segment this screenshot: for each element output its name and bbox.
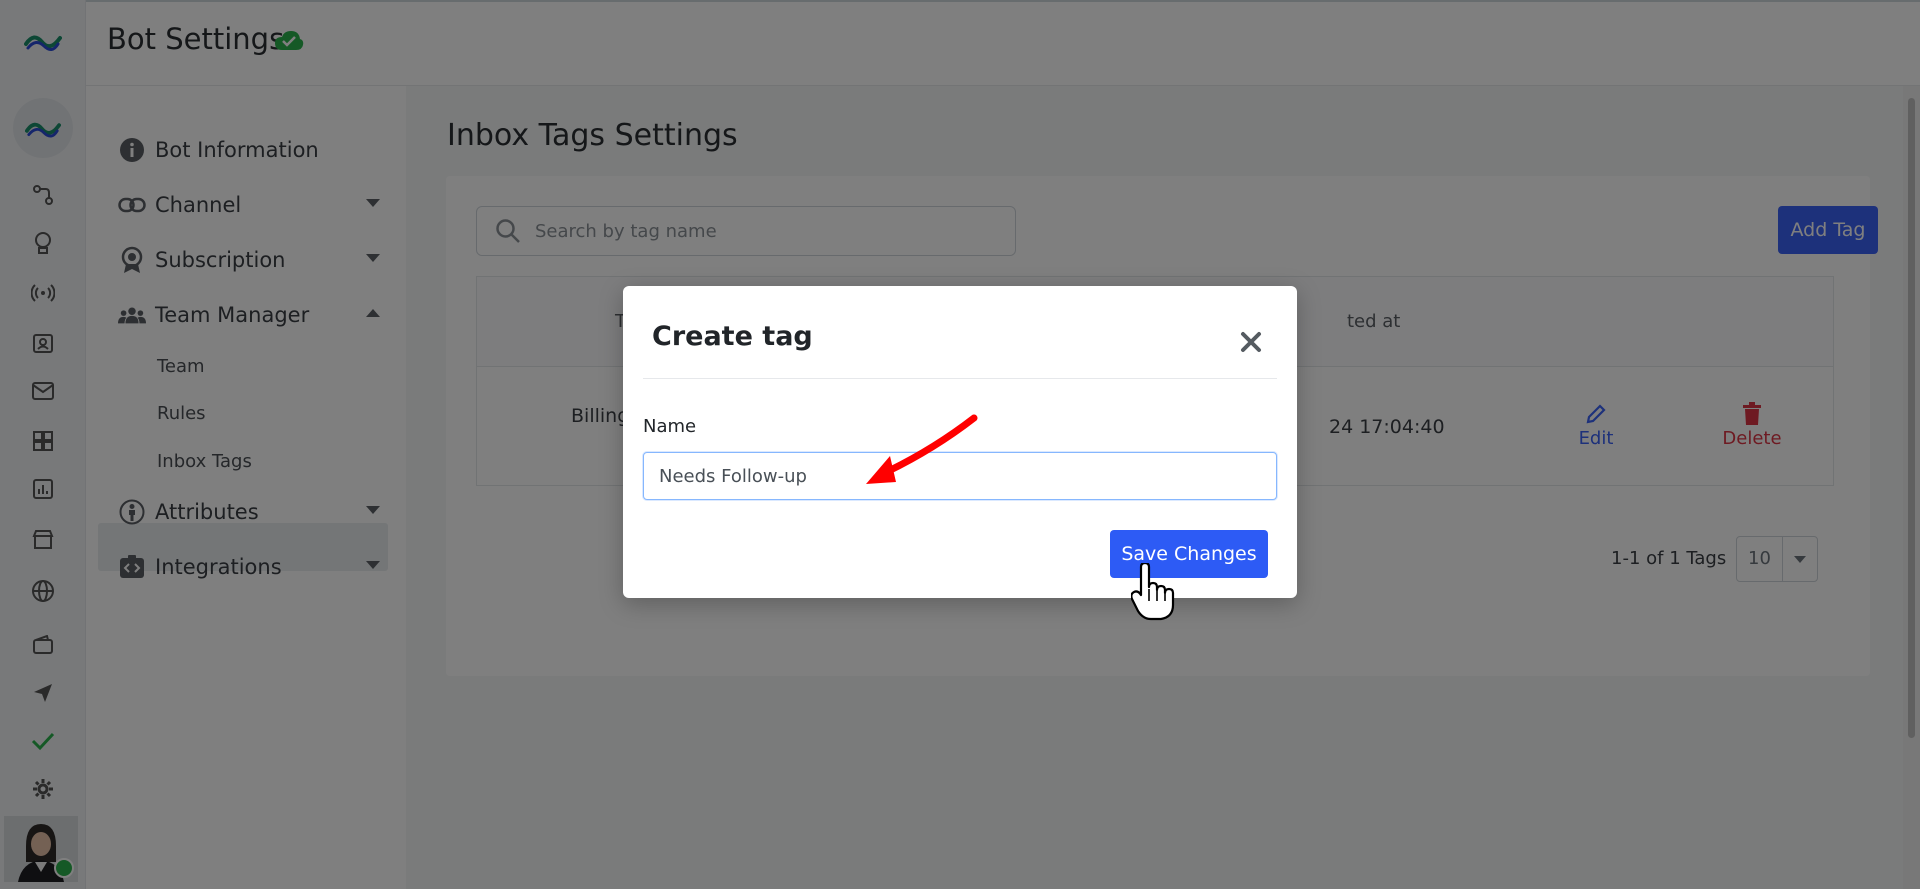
- hand-pointer-icon: [1131, 563, 1175, 621]
- close-icon[interactable]: [1237, 328, 1265, 356]
- modal-title: Create tag: [652, 321, 813, 352]
- name-field-label: Name: [643, 416, 697, 437]
- modal-divider: [643, 378, 1277, 379]
- annotation-arrow-icon: [866, 414, 978, 484]
